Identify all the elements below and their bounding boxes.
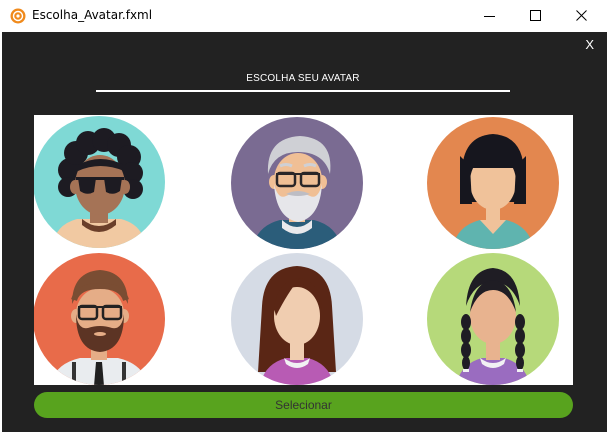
page-title: ESCOLHA SEU AVATAR	[246, 73, 360, 84]
minimize-icon	[484, 16, 495, 17]
title-bar: Escolha_Avatar.fxml	[0, 0, 609, 32]
avatar-woman-black-bob[interactable]	[426, 116, 560, 250]
minimize-button[interactable]	[467, 0, 513, 32]
title-underline	[96, 90, 510, 92]
avatar-woman-braids[interactable]	[426, 252, 560, 385]
avatar-curly-hair-sunglasses[interactable]	[34, 115, 166, 249]
maximize-button[interactable]	[513, 0, 559, 32]
avatar-grid	[34, 115, 573, 385]
close-window-button[interactable]	[559, 0, 605, 32]
avatar-woman-long-brown-hair[interactable]	[230, 252, 364, 385]
avatar-old-man-beard[interactable]	[230, 116, 364, 250]
avatar-bearded-man-glasses[interactable]	[34, 252, 166, 385]
dialog-body: X ESCOLHA SEU AVATAR Selecionar	[2, 32, 607, 432]
app-icon	[10, 8, 26, 24]
select-button[interactable]: Selecionar	[34, 392, 573, 418]
window-title: Escolha_Avatar.fxml	[32, 8, 153, 22]
maximize-icon	[530, 10, 541, 21]
close-icon	[576, 10, 587, 21]
dialog-close-button[interactable]: X	[585, 37, 594, 52]
